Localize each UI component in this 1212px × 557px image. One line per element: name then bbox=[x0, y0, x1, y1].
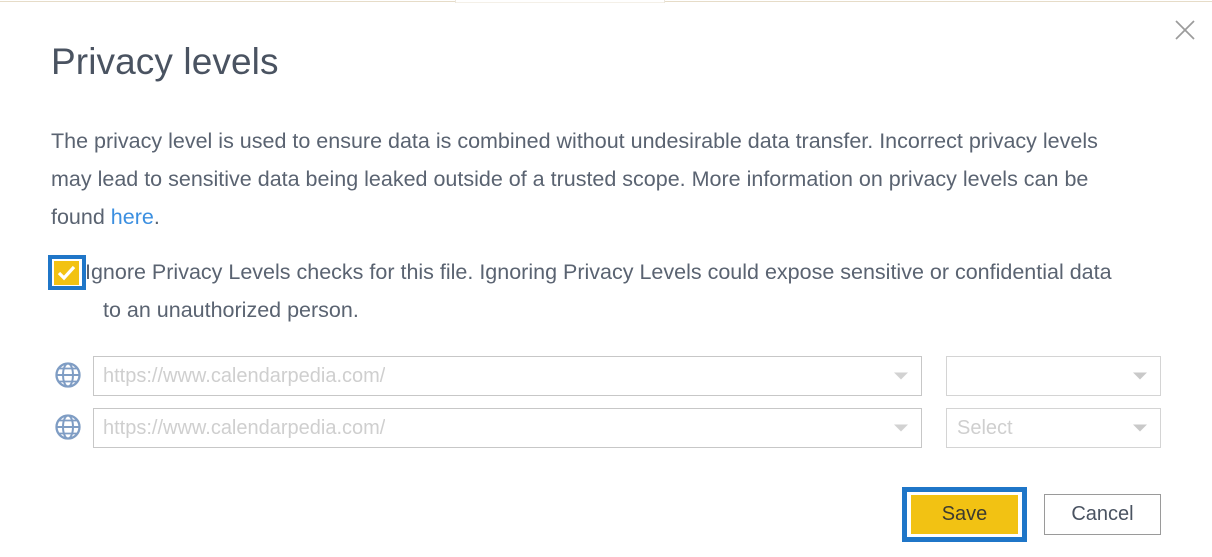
description-text-part1: The privacy level is used to ensure data… bbox=[51, 129, 1098, 229]
chevron-down-icon[interactable] bbox=[1133, 372, 1147, 380]
checkbox-label-line2: to an unauthorized person. bbox=[103, 298, 359, 322]
privacy-level-value: Select bbox=[957, 416, 1013, 439]
close-icon bbox=[1173, 18, 1197, 42]
top-border-left bbox=[0, 1, 455, 2]
chevron-down-icon[interactable] bbox=[894, 372, 908, 380]
ignore-privacy-levels-checkbox[interactable] bbox=[54, 261, 79, 285]
privacy-level-select[interactable] bbox=[946, 356, 1161, 396]
source-url-input[interactable]: https://www.calendarpedia.com/ bbox=[93, 356, 922, 396]
source-url-placeholder: https://www.calendarpedia.com/ bbox=[103, 364, 386, 387]
page-title: Privacy levels bbox=[51, 41, 279, 82]
description-text-part2: . bbox=[153, 205, 160, 229]
close-button[interactable] bbox=[1170, 15, 1200, 45]
save-button[interactable]: Save bbox=[911, 495, 1018, 534]
privacy-levels-help-link[interactable]: here bbox=[111, 205, 154, 229]
dialog-description: The privacy level is used to ensure data… bbox=[51, 122, 1141, 236]
top-border-right bbox=[665, 1, 1212, 2]
source-url-placeholder: https://www.calendarpedia.com/ bbox=[103, 416, 386, 439]
cancel-button[interactable]: Cancel bbox=[1044, 494, 1161, 535]
checkmark-icon bbox=[57, 265, 76, 281]
data-source-list: https://www.calendarpedia.com/ https://w… bbox=[0, 355, 1212, 459]
chevron-down-icon[interactable] bbox=[1133, 424, 1147, 432]
ignore-privacy-levels-label: Ignore Privacy Levels checks for this fi… bbox=[85, 253, 1203, 329]
checkbox-label-line1: Ignore Privacy Levels checks for this fi… bbox=[85, 260, 1112, 284]
privacy-levels-dialog: Privacy levels The privacy level is used… bbox=[0, 3, 1212, 557]
data-source-row: https://www.calendarpedia.com/ bbox=[0, 355, 1212, 407]
globe-icon bbox=[53, 412, 83, 442]
chevron-down-icon[interactable] bbox=[894, 424, 908, 432]
privacy-level-select[interactable]: Select bbox=[946, 408, 1161, 448]
data-source-row: https://www.calendarpedia.com/ Select bbox=[0, 407, 1212, 459]
source-url-input[interactable]: https://www.calendarpedia.com/ bbox=[93, 408, 922, 448]
globe-icon bbox=[53, 360, 83, 390]
